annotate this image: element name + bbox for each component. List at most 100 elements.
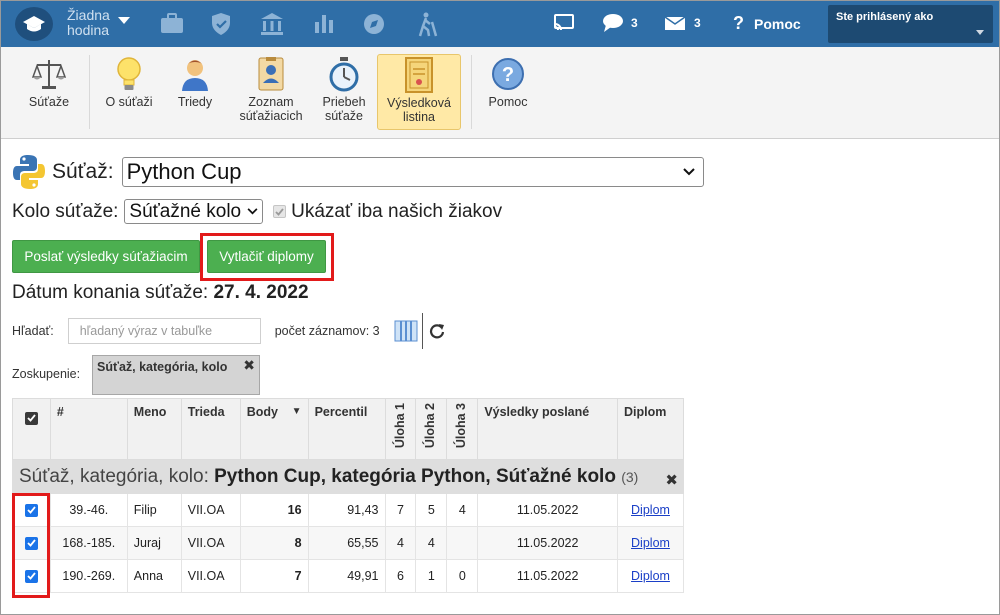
- competition-select[interactable]: Python Cup: [121, 157, 704, 187]
- hiking-icon[interactable]: [414, 12, 440, 38]
- table-row: 39.-46. Filip VII.OA 16 91,43 7 5 4 11.0…: [12, 493, 685, 527]
- search-input[interactable]: hľadaný výraz v tabuľke: [67, 318, 261, 344]
- chevron-down-icon: [247, 208, 258, 215]
- date-label: Dátum konania súťaže:: [12, 282, 209, 303]
- cell-trieda: VII.OA: [180, 559, 241, 593]
- cell-meno: Filip: [126, 493, 182, 527]
- round-label: Kolo súťaže:: [12, 200, 119, 222]
- header-body[interactable]: Body ▼: [239, 398, 309, 460]
- round-value: Súťažné kolo: [129, 200, 242, 222]
- columns-icon[interactable]: [394, 320, 418, 342]
- messages-count: 3: [631, 16, 638, 30]
- record-count: počet záznamov: 3: [274, 324, 380, 338]
- toolbar-item-triedy[interactable]: Triedy: [167, 54, 223, 130]
- help-circle-icon: ?: [492, 58, 524, 90]
- toolbar-label-sutaze: Súťaže: [28, 95, 70, 109]
- header-num[interactable]: #: [49, 398, 128, 460]
- bank-icon[interactable]: [260, 12, 284, 36]
- only-our-students-checkbox[interactable]: [273, 205, 287, 218]
- toolbar-item-zoznam-sutaziacich[interactable]: Zoznam súťažiacich: [231, 54, 311, 130]
- header-uloha-1-label: Úloha 1: [392, 403, 407, 449]
- toolbar-item-sutaze[interactable]: Súťaže: [19, 54, 79, 130]
- diplom-link[interactable]: Diplom: [631, 503, 670, 517]
- diplom-link[interactable]: Diplom: [631, 536, 670, 550]
- toolbar-item-pomoc[interactable]: ? Pomoc: [481, 54, 535, 130]
- shield-check-icon[interactable]: [210, 12, 232, 36]
- briefcase-icon[interactable]: [160, 12, 184, 34]
- table-row: 168.-185. Juraj VII.OA 8 65,55 4 4 11.05…: [12, 526, 685, 560]
- cell-percentil: 65,55: [307, 526, 386, 560]
- competition-label: Súťaž:: [52, 160, 114, 183]
- student-icon: [182, 60, 208, 91]
- cell-uloha-3: [446, 526, 479, 560]
- cell-uloha-3: 4: [446, 493, 479, 527]
- header-diplom[interactable]: Diplom: [616, 398, 685, 460]
- toolbar-divider: [421, 313, 423, 349]
- header-meno[interactable]: Meno: [126, 398, 182, 460]
- diplom-link[interactable]: Diplom: [631, 569, 670, 583]
- compass-icon[interactable]: [362, 12, 386, 36]
- select-all-header[interactable]: [12, 398, 51, 460]
- graduation-cap-logo[interactable]: [15, 7, 53, 41]
- header-uloha-2[interactable]: Úloha 2: [415, 398, 448, 460]
- send-results-button[interactable]: Poslať výsledky súťažiacim: [12, 240, 200, 273]
- group-title: Súťaž, kategória, kolo: Python Cup, kate…: [19, 466, 638, 487]
- toolbar-item-priebeh-sutaze[interactable]: Priebeh súťaže: [315, 54, 373, 130]
- cell-uloha-1: 7: [384, 493, 417, 527]
- group-row[interactable]: Súťaž, kategória, kolo: Python Cup, kate…: [12, 459, 684, 494]
- cast-icon[interactable]: [554, 14, 574, 32]
- cell-body: 8: [239, 526, 309, 560]
- toolbar-item-vysledkova-listina[interactable]: Výsledková listina: [377, 54, 461, 130]
- header-trieda[interactable]: Trieda: [180, 398, 241, 460]
- hour-selector[interactable]: Žiadna hodina: [67, 8, 110, 38]
- refresh-icon[interactable]: [429, 323, 445, 339]
- cell-uloha-3: 0: [446, 559, 479, 593]
- round-select[interactable]: Súťažné kolo: [124, 199, 264, 224]
- toolbar-label-priebeh-2: súťaže: [324, 109, 364, 123]
- cell-vysledky: 11.05.2022: [477, 493, 618, 527]
- cell-body: 16: [239, 493, 309, 527]
- cell-body: 7: [239, 559, 309, 593]
- cell-uloha-1: 4: [384, 526, 417, 560]
- header-body-label: Body: [246, 405, 278, 419]
- toolbar-label-priebeh-1: Priebeh: [322, 95, 366, 109]
- toolbar-separator: [89, 55, 90, 129]
- user-dropdown-caret-icon: [976, 30, 984, 35]
- select-all-checkbox[interactable]: [24, 411, 38, 425]
- cell-vysledky: 11.05.2022: [477, 559, 618, 593]
- main-content: Súťaž: Python Cup Kolo súťaže: Súťažné k…: [1, 140, 999, 614]
- hour-line-1: Žiadna: [67, 7, 110, 23]
- close-icon[interactable]: ✖: [243, 357, 255, 374]
- hour-dropdown-caret-icon[interactable]: [118, 17, 130, 24]
- header-vysledky[interactable]: Výsledky poslané: [477, 398, 618, 460]
- toolbar-label-pomoc: Pomoc: [488, 95, 528, 109]
- toolbar-item-o-sutazi[interactable]: O súťaži: [99, 54, 159, 130]
- group-count: (3): [621, 468, 639, 485]
- collapse-group-icon[interactable]: ✖: [665, 471, 678, 489]
- user-menu[interactable]: Ste prihlásený ako: [828, 5, 993, 43]
- grouping-chip[interactable]: Súťaž, kategória, kolo ✖: [92, 355, 260, 395]
- toolbar-separator: [471, 55, 472, 129]
- grouping-label: Zoskupenie:: [12, 367, 81, 381]
- toolbar-label-o-sutazi: O súťaži: [105, 95, 153, 109]
- bar-chart-icon[interactable]: [314, 12, 334, 34]
- help-top-link[interactable]: ? Pomoc: [733, 13, 801, 34]
- envelope-icon[interactable]: [664, 16, 686, 31]
- main-toolbar: Súťaže O súťaži Triedy Zoznam súťažiacic…: [1, 47, 999, 139]
- help-top-label: Pomoc: [754, 15, 801, 32]
- chat-icon[interactable]: [602, 13, 624, 33]
- search-row: Hľadať: hľadaný výraz v tabuľke počet zá…: [12, 313, 445, 349]
- header-uloha-3[interactable]: Úloha 3: [446, 398, 479, 460]
- only-our-students-label: Ukázať iba našich žiakov: [291, 200, 503, 222]
- hour-line-2: hodina: [67, 22, 110, 38]
- toolbar-label-triedy: Triedy: [177, 95, 213, 109]
- round-row: Kolo súťaže: Súťažné kolo Ukázať iba naš…: [12, 199, 502, 224]
- header-percentil[interactable]: Percentil: [307, 398, 386, 460]
- competition-row: Súťaž: Python Cup: [12, 154, 704, 190]
- header-uloha-1[interactable]: Úloha 1: [384, 398, 417, 460]
- toolbar-label-vysledkova-2: listina: [403, 110, 435, 124]
- cell-percentil: 49,91: [307, 559, 386, 593]
- chevron-down-icon: [682, 168, 695, 176]
- svg-text:?: ?: [502, 64, 514, 86]
- question-icon: ?: [733, 13, 744, 33]
